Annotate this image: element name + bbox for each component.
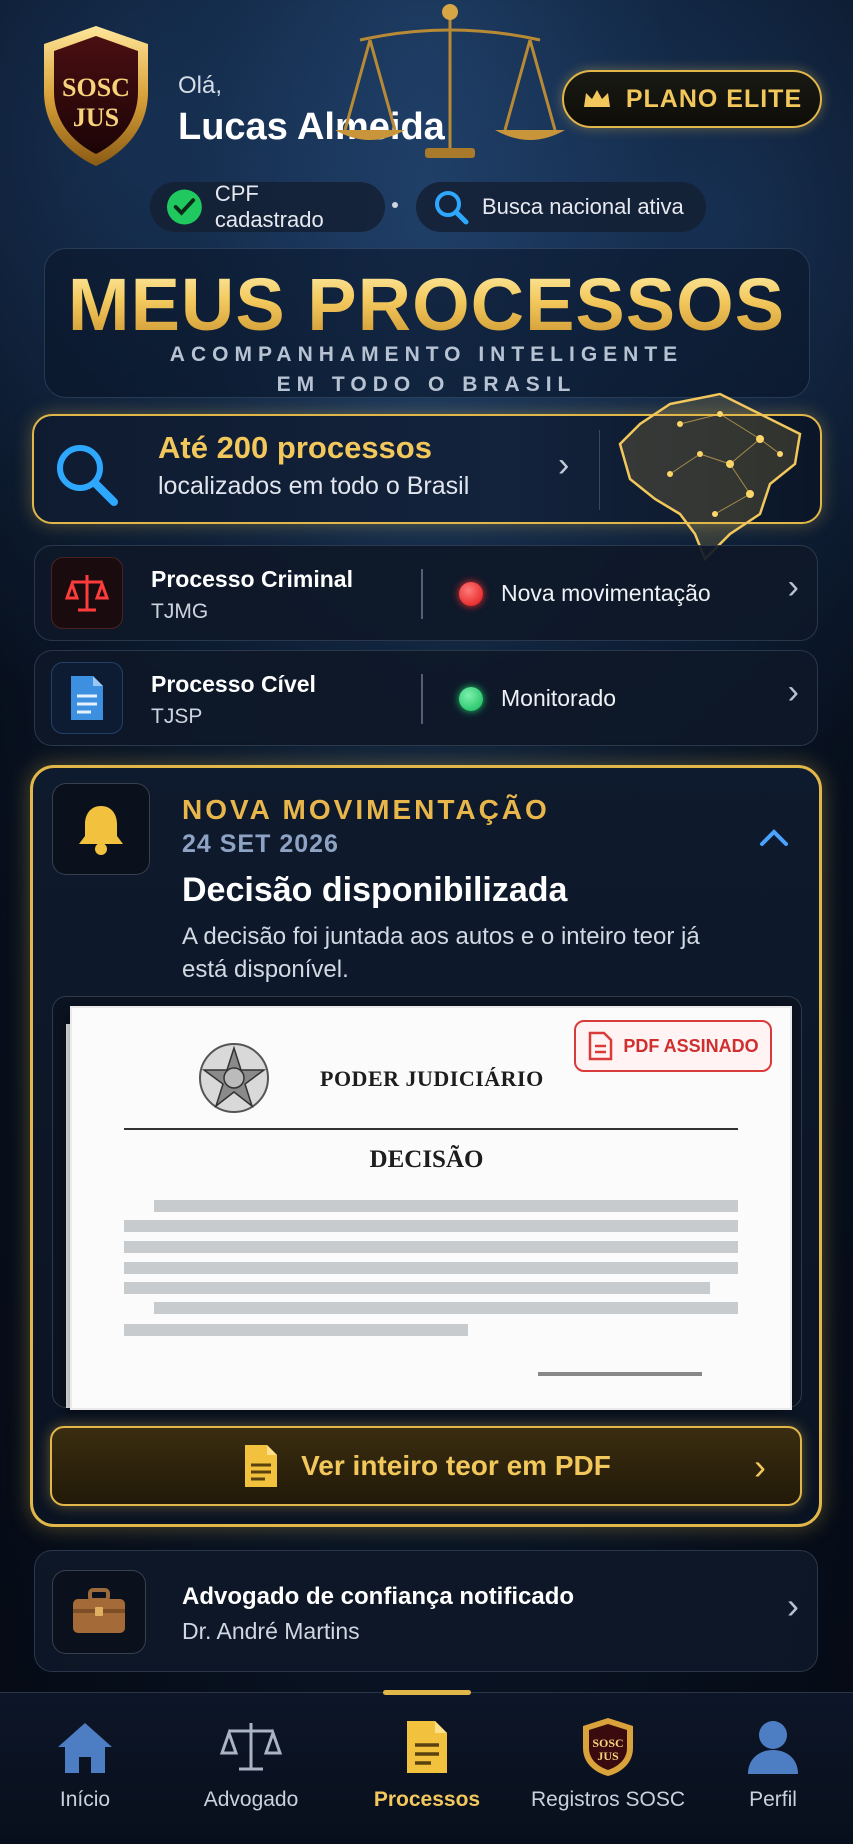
pdf-signed-badge: PDF ASSINADO	[574, 1020, 772, 1072]
coat-of-arms-icon	[199, 1043, 269, 1113]
text-line	[154, 1200, 738, 1212]
bell-icon	[79, 806, 123, 855]
document-title: DECISÃO	[369, 1146, 484, 1173]
active-tab-indicator	[383, 1690, 471, 1695]
process-civel-icon-box	[51, 662, 123, 734]
page-title: MEUS PROCESSOS	[0, 262, 853, 347]
nav-label: Processos	[373, 1788, 481, 1811]
view-pdf-button[interactable]: Ver inteiro teor em PDF ›	[50, 1426, 802, 1506]
text-line	[154, 1302, 738, 1314]
process-card-civel[interactable]: Processo Cível TJSP Monitorado ›	[34, 650, 818, 746]
lawyer-card-title: Advogado de confiança notificado	[182, 1583, 575, 1610]
process-status: Nova movimentação	[501, 580, 711, 606]
scales-icon	[219, 1723, 283, 1771]
chevron-right-icon: ›	[787, 1585, 799, 1626]
search-card-subtitle: localizados em todo o Brasil	[158, 472, 470, 500]
svg-text:SOSC: SOSC	[62, 73, 130, 102]
greeting-text: Olá,	[178, 72, 223, 99]
movement-heading: Decisão disponibilizada	[182, 871, 568, 909]
brazil-map-icon	[618, 392, 802, 562]
signature-line	[538, 1372, 702, 1376]
text-line	[124, 1241, 738, 1253]
movement-label: NOVA MOVIMENTAÇÃO	[182, 794, 550, 825]
view-pdf-label: Ver inteiro teor em PDF	[301, 1450, 611, 1481]
text-line	[124, 1262, 738, 1274]
nav-label: Início	[59, 1788, 111, 1811]
nav-item-processos[interactable]: Processos	[342, 1706, 512, 1836]
movement-description: A decisão foi juntada aos autos e o inte…	[182, 923, 700, 983]
document-icon	[245, 1445, 278, 1487]
home-icon	[58, 1723, 112, 1773]
nav-item-advogado[interactable]: Advogado	[166, 1706, 336, 1836]
search-card-title: Até 200 processos	[158, 430, 432, 465]
process-criminal-icon-box	[51, 557, 123, 629]
process-court: TJMG	[151, 600, 209, 623]
text-line	[124, 1282, 710, 1294]
search-icon	[435, 191, 469, 225]
sosc-jus-logo: SOSC JUS	[44, 26, 148, 166]
svg-text:JUS: JUS	[597, 1749, 619, 1763]
lawyer-name: Dr. André Martins	[182, 1618, 360, 1644]
process-status: Monitorado	[501, 685, 617, 711]
search-status-text: Busca nacional ativa	[482, 194, 684, 219]
nav-item-perfil[interactable]: Perfil	[688, 1706, 853, 1836]
check-circle-icon	[166, 189, 202, 225]
movement-date: 24 SET 2026	[182, 830, 339, 858]
process-title: Processo Criminal	[151, 566, 353, 592]
separator-dot	[392, 202, 398, 208]
justice-scales-decoration	[335, 4, 565, 158]
briefcase-icon-box	[52, 1570, 146, 1654]
process-title: Processo Cível	[151, 671, 316, 697]
status-dot-green	[459, 687, 483, 711]
pdf-signed-label: PDF ASSINADO	[623, 1035, 759, 1056]
chevron-up-icon[interactable]	[756, 820, 792, 856]
user-icon	[748, 1721, 798, 1774]
crown-icon	[583, 90, 610, 107]
process-court: TJSP	[151, 705, 203, 728]
chevron-right-icon: ›	[787, 673, 799, 711]
status-dot-red	[459, 582, 483, 606]
svg-text:SOSC: SOSC	[592, 1736, 623, 1750]
plan-elite-badge[interactable]: PLANO ELITE	[562, 70, 822, 128]
document-rule	[124, 1128, 738, 1130]
search-status-pill: Busca nacional ativa	[416, 182, 706, 232]
chevron-right-icon: ›	[787, 568, 799, 606]
process-divider	[421, 674, 423, 724]
process-card-criminal[interactable]: Processo Criminal TJMG Nova movimentação…	[34, 545, 818, 641]
document-icon	[71, 676, 103, 720]
chevron-right-icon: ›	[558, 446, 570, 484]
process-divider	[421, 569, 423, 619]
cpf-status-pill: CPF cadastrado	[150, 181, 385, 232]
nav-item-registros-sosc[interactable]: SOSC JUS Registros SOSC	[522, 1706, 694, 1836]
pdf-file-icon	[589, 1031, 613, 1061]
subtitle-line-1: ACOMPANHAMENTO INTELIGENTE	[169, 343, 684, 366]
text-line	[124, 1324, 468, 1336]
search-icon	[57, 445, 118, 506]
nav-item-inicio[interactable]: Início	[0, 1706, 170, 1836]
lawyer-notified-card[interactable]: ›	[34, 1550, 818, 1672]
document-header: PODER JUDICIÁRIO	[320, 1066, 544, 1091]
plan-label: PLANO ELITE	[625, 84, 803, 113]
bell-icon-box	[52, 783, 150, 875]
scales-icon	[64, 575, 110, 612]
nav-label: Perfil	[749, 1788, 797, 1811]
text-line	[124, 1220, 738, 1232]
search-card-divider	[599, 430, 600, 510]
nav-label: Registros SOSC	[530, 1788, 686, 1811]
cpf-status-text: CPF cadastrado	[214, 181, 324, 232]
sosc-shield-icon: SOSC JUS	[583, 1718, 633, 1776]
nav-label: Advogado	[203, 1788, 299, 1811]
chevron-right-icon: ›	[754, 1446, 766, 1487]
briefcase-icon	[73, 1588, 125, 1633]
svg-text:JUS: JUS	[73, 103, 119, 132]
document-icon	[407, 1721, 447, 1773]
